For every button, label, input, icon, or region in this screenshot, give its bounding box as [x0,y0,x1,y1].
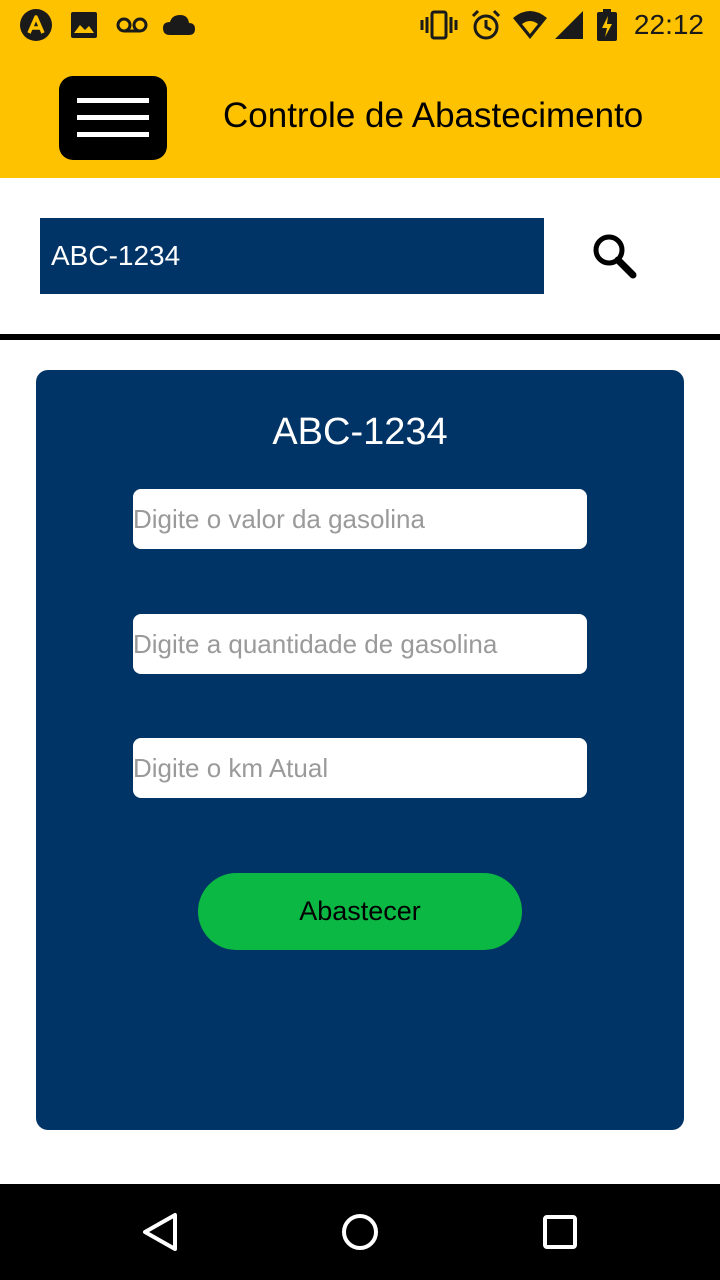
status-time: 22:12 [633,9,704,40]
voicemail-icon [116,8,148,42]
current-km-field[interactable] [133,738,587,798]
status-bar: 22:12 [0,0,720,50]
vibrate-icon [420,8,458,42]
plate-search-input[interactable] [40,218,544,294]
back-button[interactable] [138,1208,186,1256]
home-button[interactable] [336,1208,384,1256]
wifi-icon [512,8,548,42]
recents-icon [536,1215,584,1260]
app-launcher-icon [18,8,54,42]
refuel-card: ABC-1234 Abastecer [36,370,684,1130]
divider [0,334,720,340]
navigation-bar [0,1184,720,1280]
fuel-price-field[interactable] [133,489,587,549]
page-title: Controle de Abastecimento [223,96,644,135]
home-icon [336,1214,384,1260]
search-icon [585,234,645,290]
menu-button[interactable] [59,76,167,160]
battery-charging-icon [596,8,618,42]
app-bar: Controle de Abastecimento [0,50,720,178]
alarm-icon [470,8,502,42]
fuel-quantity-field[interactable] [133,614,587,674]
recents-button[interactable] [536,1208,584,1256]
cloud-icon [162,8,196,42]
signal-icon [554,8,584,42]
back-icon [138,1213,186,1260]
refuel-button[interactable]: Abastecer [198,873,522,950]
vehicle-plate: ABC-1234 [272,411,448,453]
search-button[interactable] [585,228,645,286]
image-icon [70,8,98,42]
